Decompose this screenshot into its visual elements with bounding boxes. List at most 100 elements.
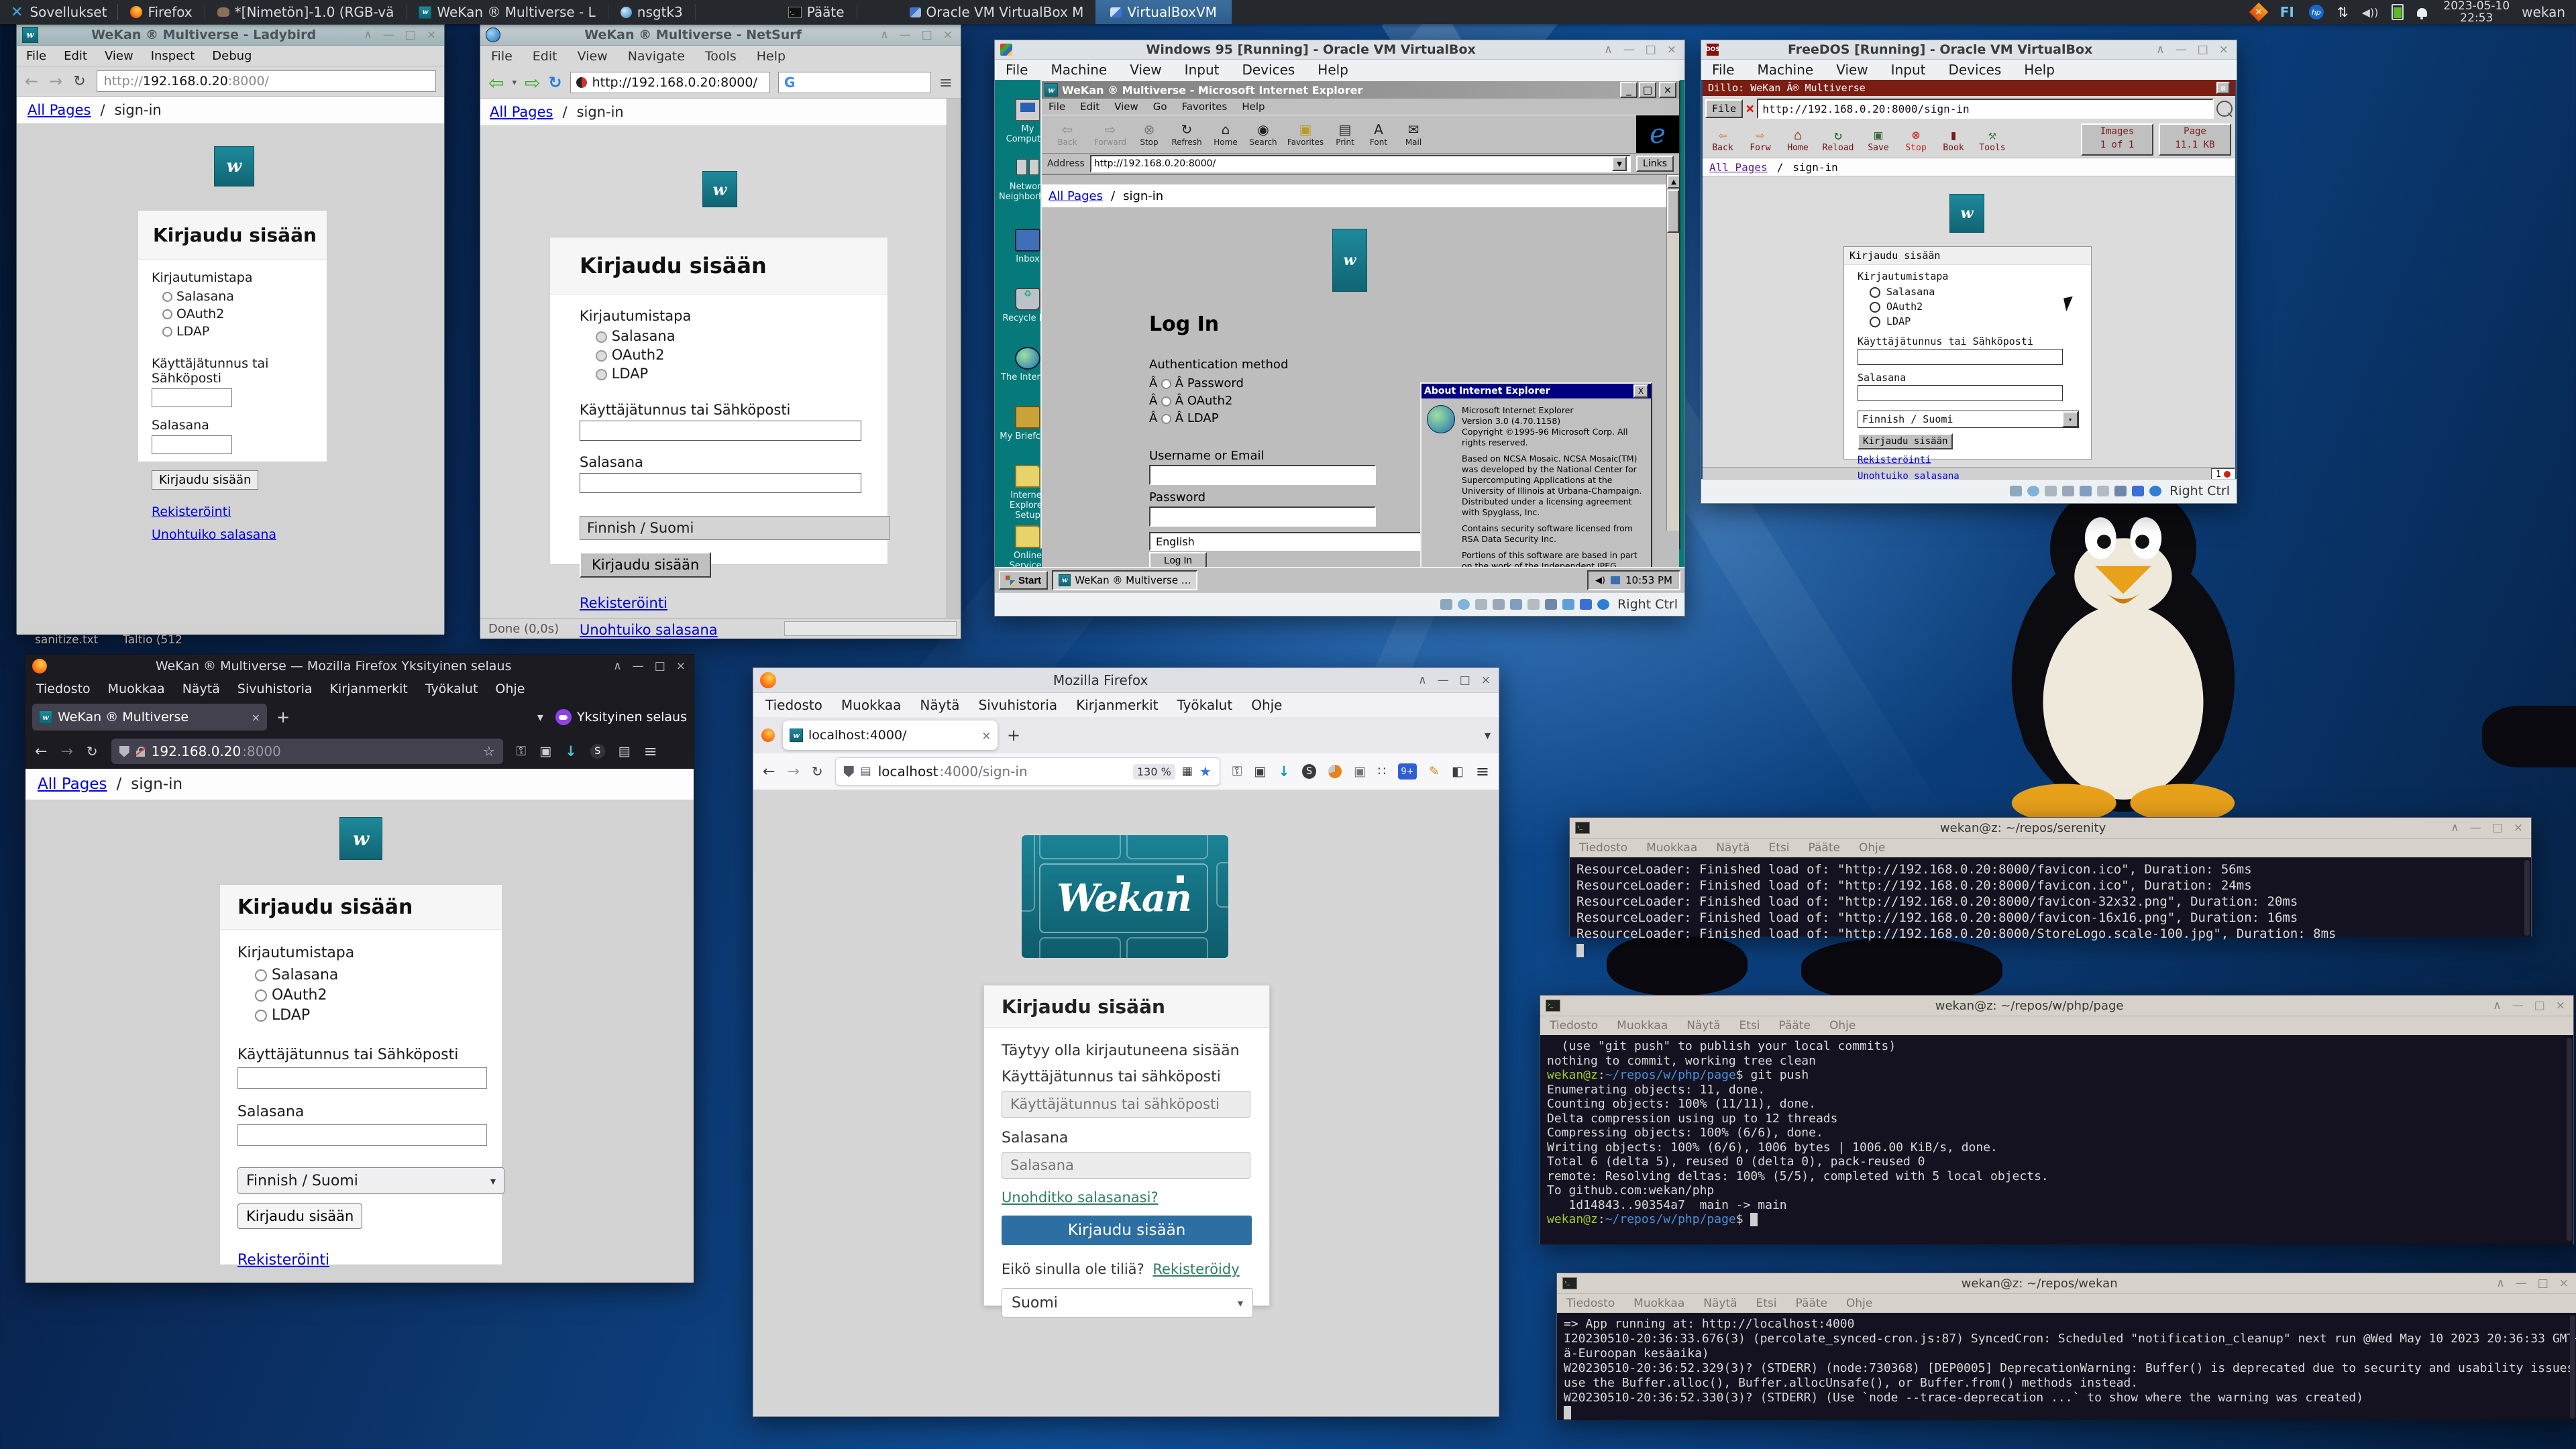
radio-ldap[interactable] xyxy=(1161,414,1171,424)
taskbar-item-firefox[interactable]: Firefox xyxy=(118,0,204,24)
close-icon[interactable]: X xyxy=(1633,384,1648,398)
username-input[interactable] xyxy=(1149,465,1376,485)
taskbar-item-virtualboxvm-active[interactable]: VirtualBoxVM xyxy=(1095,0,1231,24)
url-bar[interactable]: http://192.168.0.20:8000/ xyxy=(570,72,770,93)
forgot-password-link[interactable]: Unohtuiko salasana xyxy=(152,527,276,542)
radio-salasana[interactable] xyxy=(1870,287,1880,298)
terminal-titlebar[interactable]: ›_ wekan@z: ~/repos/wekan ∧—□× xyxy=(1557,1273,2576,1294)
menu-file[interactable]: File xyxy=(1049,101,1065,113)
language-select[interactable]: Finnish / Suomi ▾ xyxy=(237,1167,504,1194)
forgot-password-link[interactable]: Unohtuiko salasana xyxy=(580,622,718,638)
bookmark-star-filled-icon[interactable]: ★ xyxy=(1199,763,1212,780)
desktop-file-taltio[interactable]: Taltio (512 xyxy=(123,633,182,647)
extension-pen-icon[interactable]: ✎ xyxy=(1429,764,1440,779)
menu-tools[interactable]: Tools xyxy=(705,49,737,64)
back-icon[interactable]: ⇦ xyxy=(488,72,504,94)
vbox-titl ebar[interactable]: DOS FreeDOS [Running] - Oracle VM Virtua… xyxy=(1701,40,2237,60)
taskbar-task-wekan[interactable]: w WeKan ® Multiverse ... xyxy=(1052,570,1197,590)
extension-gray-shield-icon[interactable]: ▣ xyxy=(1354,764,1366,779)
menu-muokkaa[interactable]: Muokkaa xyxy=(1646,841,1697,855)
password-input[interactable] xyxy=(1002,1152,1250,1179)
menu-paate[interactable]: Pääte xyxy=(1796,1297,1827,1310)
menu-help[interactable]: Help xyxy=(757,49,786,64)
address-field[interactable]: http://192.168.0.20:8000/ ▾ xyxy=(1090,155,1631,172)
favorites-icon[interactable]: ▣ xyxy=(1285,121,1326,138)
ffp-titlebar[interactable]: WeKan ® Multiverse — Mozilla Firefox Yks… xyxy=(25,655,694,678)
notification-bell-icon[interactable] xyxy=(2417,8,2427,17)
tab-localhost[interactable]: w localhost:4000/ × xyxy=(783,720,998,750)
maximize-icon[interactable]: □ xyxy=(1460,674,1470,687)
username-input[interactable] xyxy=(580,421,861,441)
taskbar-item-gimp[interactable]: *[Nimetön]-1.0 (RGB-vä xyxy=(205,0,407,24)
menu-muokkaa[interactable]: Muokkaa xyxy=(108,682,165,696)
close-icon[interactable]: × xyxy=(943,28,953,42)
breadcrumb-all-pages[interactable]: All Pages xyxy=(490,104,553,120)
file-menu-button[interactable]: File xyxy=(1705,99,1743,118)
minimize-icon[interactable]: _ xyxy=(1620,82,1638,98)
shade-icon[interactable]: ∧ xyxy=(364,28,372,42)
taskbar-item-virtualbox-manager[interactable]: Oracle VM VirtualBox M xyxy=(898,0,1096,24)
radio-ldap[interactable] xyxy=(162,327,172,337)
minimize-icon[interactable]: — xyxy=(2176,43,2187,56)
screenshot-icon[interactable]: ▦ xyxy=(1182,765,1193,778)
menu-nayta[interactable]: Näytä xyxy=(920,697,959,713)
signin-button[interactable]: Kirjaudu sisään xyxy=(152,470,258,490)
close-icon[interactable]: × xyxy=(1481,674,1491,687)
menu-file[interactable]: File xyxy=(26,49,46,63)
language-select[interactable]: Suomi ▾ xyxy=(1002,1288,1253,1318)
radio-oauth2[interactable] xyxy=(255,989,267,1002)
username-input[interactable] xyxy=(237,1067,487,1089)
links-button[interactable]: Links xyxy=(1636,156,1674,172)
register-link[interactable]: Rekisteröinti xyxy=(152,504,231,519)
menu-inspect[interactable]: Inspect xyxy=(151,49,195,63)
tab-list-icon[interactable]: ▾ xyxy=(1485,729,1491,743)
maximize-icon[interactable]: □ xyxy=(655,659,665,673)
menu-nayta[interactable]: Näytä xyxy=(1686,1019,1720,1032)
hamburger-icon[interactable]: ≡ xyxy=(1476,762,1489,781)
menu-help[interactable]: Help xyxy=(2024,62,2055,78)
menu-view[interactable]: View xyxy=(578,49,608,64)
shade-icon[interactable]: ∧ xyxy=(613,659,621,673)
shade-icon[interactable]: ∧ xyxy=(1418,674,1426,687)
taskbar-item-wekan-ladybird[interactable]: w WeKan ® Multiverse - L xyxy=(407,0,607,24)
login-button[interactable]: Log In xyxy=(1149,552,1207,568)
radio-password[interactable] xyxy=(1161,379,1171,389)
applications-menu[interactable]: ✕ Sovellukset xyxy=(0,0,117,24)
clock[interactable]: 2023-05-1022:53 xyxy=(2443,0,2510,24)
minimize-icon[interactable]: — xyxy=(2470,821,2481,835)
menu-kirjanmerkit[interactable]: Kirjanmerkit xyxy=(330,682,408,696)
menu-machine[interactable]: Machine xyxy=(1757,62,1813,78)
menu-sivuhistoria[interactable]: Sivuhistoria xyxy=(979,697,1058,713)
ublock-badge-icon[interactable]: 9+ xyxy=(1398,763,1417,780)
minimize-icon[interactable]: — xyxy=(633,659,644,673)
extension-grid-icon[interactable]: ∷ xyxy=(1378,764,1386,779)
radio-oauth2[interactable] xyxy=(162,309,172,319)
bookmark-star-icon[interactable]: ☆ xyxy=(483,743,495,759)
search-icon[interactable]: ◉ xyxy=(1246,121,1281,138)
breadcrumb-all-pages[interactable]: All Pages xyxy=(28,102,91,118)
menu-file[interactable]: File xyxy=(1006,62,1028,78)
netsurf-scrollbar[interactable] xyxy=(947,99,961,618)
search-icon[interactable] xyxy=(2216,101,2233,117)
network-traffic-icon[interactable]: ⇅ xyxy=(2337,4,2349,20)
home-icon[interactable]: ⌂ xyxy=(1210,121,1242,138)
hp-printer-icon[interactable]: hp xyxy=(2309,5,2324,19)
reload-icon[interactable]: ↻ xyxy=(1819,127,1857,143)
maximize-icon[interactable]: □ xyxy=(1646,43,1656,56)
password-input[interactable] xyxy=(237,1124,487,1146)
extension-puzzle-icon[interactable]: ◧ xyxy=(1452,764,1464,779)
stop-x-icon[interactable]: × xyxy=(1746,101,1754,117)
register-link[interactable]: Rekisteröidy xyxy=(1152,1261,1239,1277)
close-icon[interactable]: × xyxy=(2219,43,2229,56)
url-field[interactable]: http://192.168.0.20:8000/sign-in xyxy=(1757,99,2214,119)
radio-oauth2[interactable] xyxy=(1870,302,1880,313)
shade-icon[interactable]: ∧ xyxy=(2156,43,2164,56)
url-field[interactable]: 192.168.0.20:8000 ☆ xyxy=(111,739,503,764)
maximize-icon[interactable]: □ xyxy=(1639,82,1656,98)
back-icon[interactable]: ⇦ xyxy=(1049,121,1086,138)
menu-paate[interactable]: Pääte xyxy=(1779,1019,1811,1032)
desktop-file-sanitize[interactable]: sanitize.txt xyxy=(35,633,98,647)
radio-ldap[interactable] xyxy=(596,369,607,380)
volume-icon[interactable]: ◀)) xyxy=(2362,6,2379,19)
minimize-icon[interactable]: — xyxy=(2516,1277,2527,1290)
